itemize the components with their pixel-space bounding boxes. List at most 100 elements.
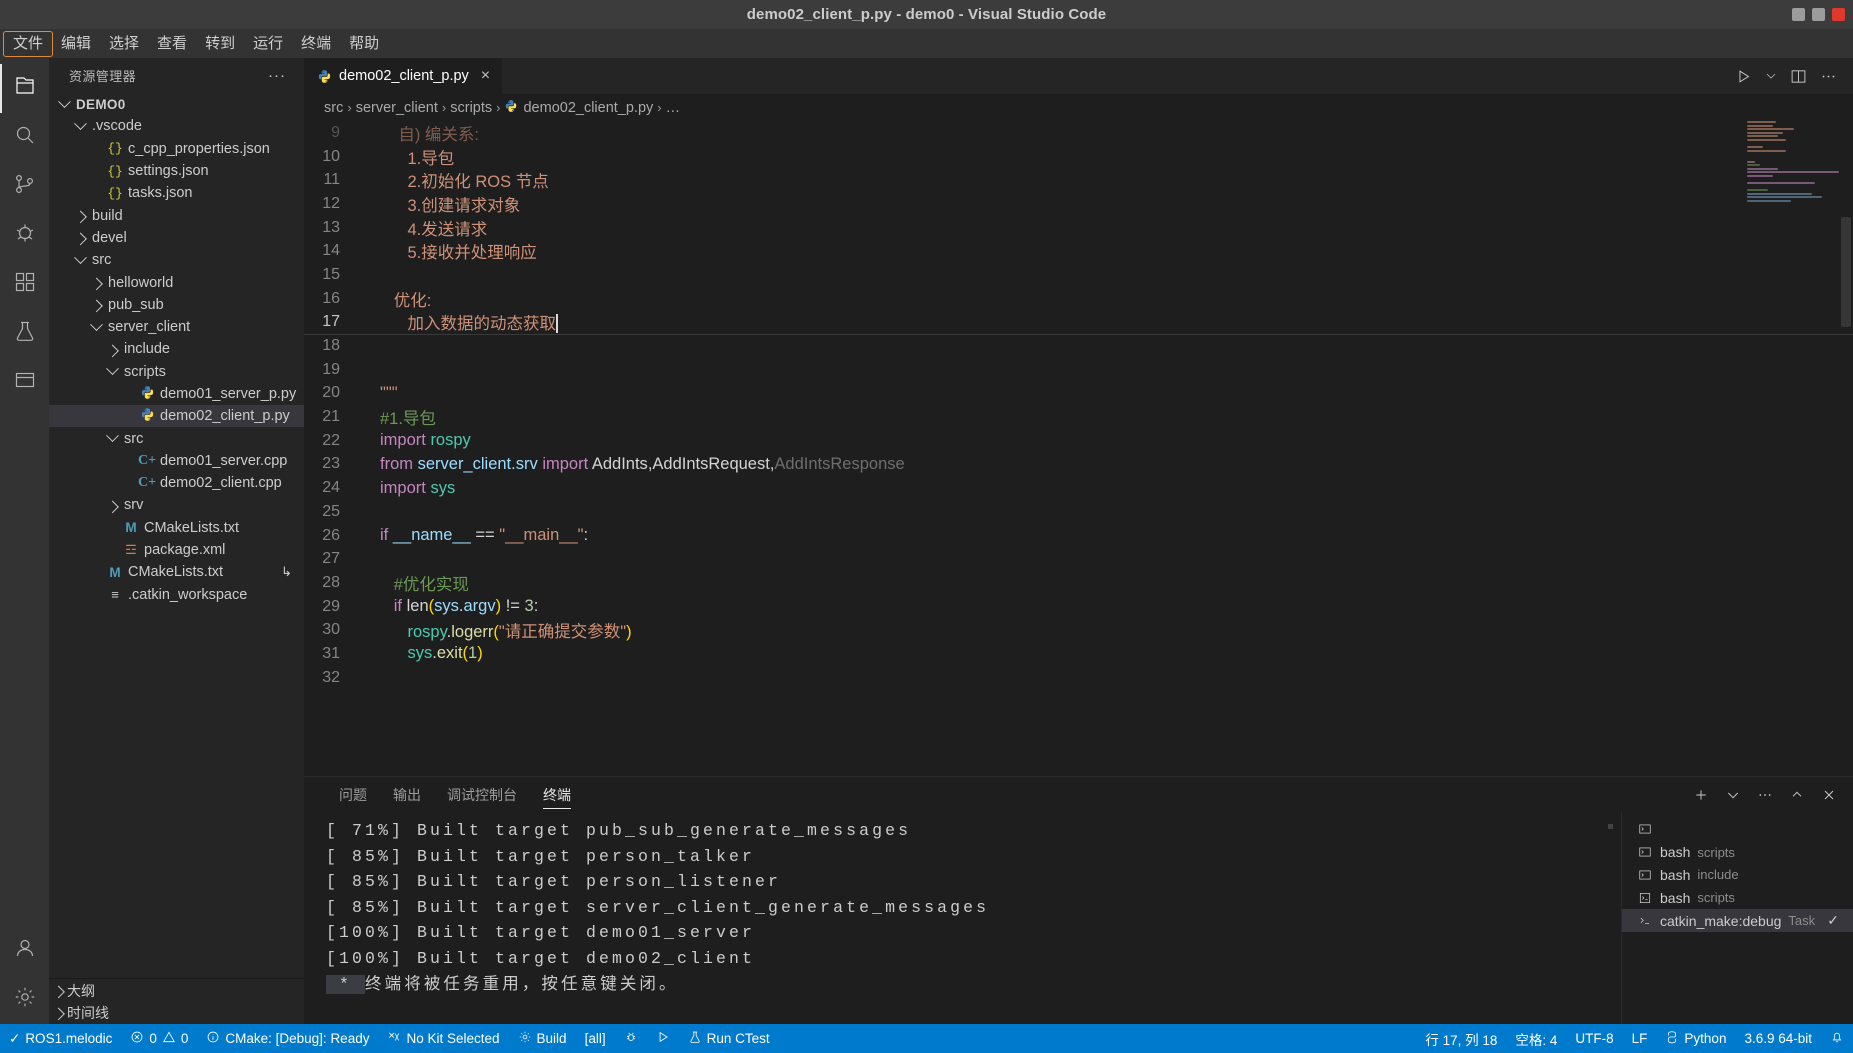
code-line[interactable]: 32 <box>304 666 1853 690</box>
code-line[interactable]: 14 5.接收并处理响应 <box>304 239 1853 263</box>
close-button[interactable] <box>1832 8 1845 21</box>
menu-item-go[interactable]: 转到 <box>196 32 244 56</box>
maximize-button[interactable] <box>1812 8 1825 21</box>
tree-item[interactable]: C+ demo02_client.cpp <box>49 472 304 494</box>
chevron-down-icon[interactable] <box>71 251 89 265</box>
tree-item[interactable]: DEMO0 <box>49 93 304 115</box>
chevron-right-icon[interactable] <box>87 277 105 291</box>
code-line[interactable]: 9 自) 编关系: <box>304 121 1853 145</box>
panel-tab-problems[interactable]: 问题 <box>326 777 380 812</box>
breadcrumb-item[interactable]: scripts <box>450 100 492 116</box>
tree-item[interactable]: scripts <box>49 361 304 383</box>
breadcrumb-item[interactable]: src <box>324 100 343 116</box>
code-line[interactable]: 13 4.发送请求 <box>304 216 1853 240</box>
status-indentation[interactable]: 空格: 4 <box>1506 1024 1566 1053</box>
chevron-down-icon[interactable] <box>87 317 105 332</box>
code-line[interactable]: 25 <box>304 500 1853 524</box>
code-line[interactable]: 19 <box>304 358 1853 382</box>
code-line[interactable]: 21 #1.导包 <box>304 405 1853 429</box>
status-run[interactable] <box>647 1024 679 1053</box>
status-notifications[interactable] <box>1821 1024 1853 1053</box>
chevron-right-icon[interactable] <box>103 344 121 358</box>
tree-item[interactable]: ≡ .catkin_workspace <box>49 584 304 606</box>
code-editor[interactable]: 9 自) 编关系: 10 1.导包 11 2.初始化 ROS 节点 12 3.创建请求… <box>304 121 1853 776</box>
status-build-target[interactable]: [all] <box>576 1024 615 1053</box>
add-terminal-icon[interactable] <box>1693 787 1709 803</box>
minimize-button[interactable] <box>1792 8 1805 21</box>
close-panel-icon[interactable] <box>1821 787 1837 803</box>
maximize-panel-icon[interactable] <box>1789 787 1805 803</box>
activity-bar-item-run-and-debug[interactable] <box>0 211 49 260</box>
minimap[interactable] <box>1747 121 1839 251</box>
tree-item[interactable]: demo02_client_p.py <box>49 405 304 428</box>
status-run-ctest[interactable]: Run CTest <box>679 1024 779 1053</box>
sidebar-section-timeline[interactable]: 时间线 <box>49 1002 304 1024</box>
tree-item[interactable]: {} c_cpp_properties.json <box>49 138 304 160</box>
tree-item[interactable]: src <box>49 427 304 449</box>
chevron-down-icon[interactable] <box>71 117 89 131</box>
split-editor-icon[interactable] <box>1790 68 1807 85</box>
tree-item[interactable]: build <box>49 204 304 226</box>
sidebar-more-actions-icon[interactable]: ··· <box>268 67 286 84</box>
code-line[interactable]: 22 import rospy <box>304 429 1853 453</box>
terminal-list-item-bash-scripts[interactable]: bash scripts <box>1622 841 1853 864</box>
code-line[interactable]: 31 sys.exit(1) <box>304 642 1853 666</box>
tree-item[interactable]: server_client <box>49 316 304 338</box>
chevron-down-icon[interactable] <box>103 429 121 443</box>
code-line[interactable]: 23 from server_client.srv import AddInts,… <box>304 453 1853 477</box>
chevron-down-icon[interactable] <box>103 362 121 376</box>
tree-item[interactable]: {} settings.json <box>49 160 304 182</box>
run-icon[interactable] <box>1735 68 1752 85</box>
chevron-down-icon[interactable] <box>1725 787 1741 803</box>
activity-bar-item-testing[interactable] <box>0 309 49 358</box>
tree-item[interactable]: M CMakeLists.txt ↳ <box>49 561 304 583</box>
menu-item-terminal[interactable]: 终端 <box>292 32 340 56</box>
terminal-list-item-bash-scripts-2[interactable]: bash scripts <box>1622 886 1853 909</box>
tree-item[interactable]: ☲ package.xml <box>49 539 304 561</box>
tree-item[interactable]: M CMakeLists.txt <box>49 517 304 539</box>
status-debug[interactable] <box>615 1024 647 1053</box>
terminal-scrollbar[interactable] <box>1608 824 1613 829</box>
status-language-mode[interactable]: Python <box>1656 1024 1735 1053</box>
activity-bar-item-search[interactable] <box>0 113 49 162</box>
code-line[interactable]: 26 if __name__ == "__main__": <box>304 524 1853 548</box>
tree-item[interactable]: helloworld <box>49 271 304 293</box>
tree-item[interactable]: pub_sub <box>49 294 304 316</box>
menu-item-selection[interactable]: 选择 <box>100 32 148 56</box>
tree-item[interactable]: src <box>49 249 304 271</box>
activity-bar-item-accounts[interactable] <box>0 926 49 975</box>
menu-item-help[interactable]: 帮助 <box>340 32 388 56</box>
breadcrumb-item[interactable]: … <box>666 100 681 116</box>
status-eol[interactable]: LF <box>1623 1024 1657 1053</box>
chevron-down-icon[interactable] <box>1765 70 1777 82</box>
tree-item[interactable]: srv <box>49 494 304 516</box>
more-actions-icon[interactable] <box>1820 68 1837 85</box>
tree-item[interactable]: include <box>49 338 304 360</box>
panel-tab-terminal[interactable]: 终端 <box>530 777 584 812</box>
code-line[interactable]: 12 3.创建请求对象 <box>304 192 1853 216</box>
activity-bar-item-cmake[interactable] <box>0 358 49 407</box>
status-encoding[interactable]: UTF-8 <box>1566 1024 1622 1053</box>
breadcrumb-item[interactable]: server_client <box>356 100 438 116</box>
code-line[interactable]: 11 2.初始化 ROS 节点 <box>304 168 1853 192</box>
sidebar-section-outline[interactable]: 大纲 <box>49 979 304 1001</box>
close-icon[interactable]: × <box>481 68 490 84</box>
panel-tab-output[interactable]: 输出 <box>380 777 434 812</box>
code-line[interactable]: 17 加入数据的动态获取 <box>304 311 1853 336</box>
code-line[interactable]: 18 <box>304 334 1853 358</box>
tab-demo02-client-p-py[interactable]: demo02_client_p.py × <box>304 58 503 94</box>
code-line[interactable]: 15 <box>304 263 1853 287</box>
terminal-list-item-catkin-make-debug[interactable]: catkin_make:debug Task ✓ <box>1622 909 1853 932</box>
menu-item-file[interactable]: 文件 <box>2 30 54 57</box>
chevron-right-icon[interactable] <box>87 299 105 313</box>
more-actions-icon[interactable] <box>1757 787 1773 803</box>
tree-item[interactable]: demo01_server_p.py <box>49 383 304 405</box>
tree-item[interactable]: devel <box>49 227 304 249</box>
breadcrumb-item[interactable]: demo02_client_p.py <box>504 99 653 117</box>
tree-item[interactable]: C+ demo01_server.cpp <box>49 450 304 472</box>
tree-item[interactable]: {} tasks.json <box>49 182 304 204</box>
editor-scrollbar[interactable] <box>1841 217 1851 327</box>
menu-item-edit[interactable]: 编辑 <box>52 32 100 56</box>
status-cmake[interactable]: CMake: [Debug]: Ready <box>197 1024 378 1053</box>
code-line[interactable]: 27 <box>304 547 1853 571</box>
